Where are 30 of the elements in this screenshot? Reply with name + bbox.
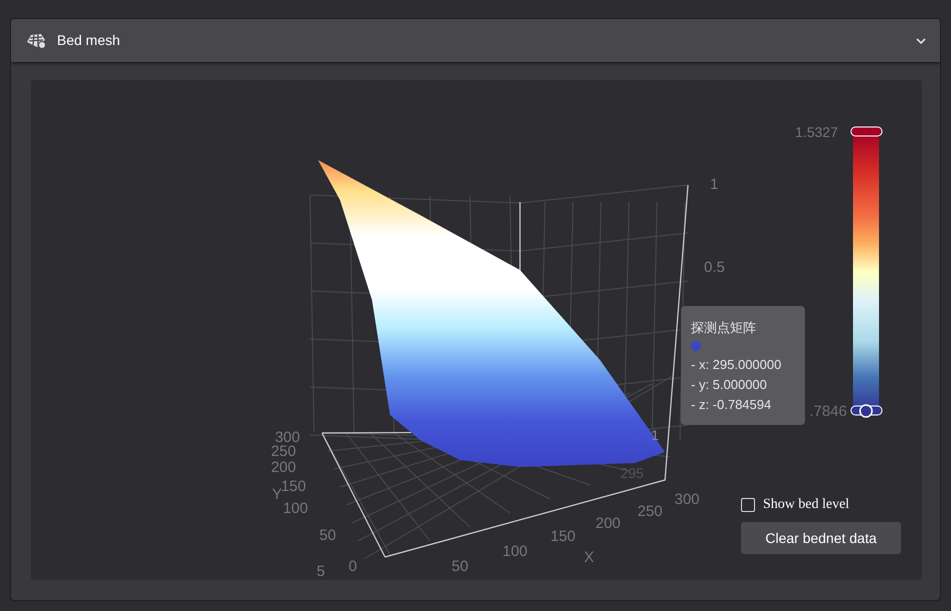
axis-tick-label: 1 bbox=[651, 427, 659, 443]
tooltip-title: 探测点矩阵 bbox=[691, 319, 757, 337]
scale-max-label: 1.5327 bbox=[795, 124, 838, 140]
checkbox-label[interactable]: Show bed level bbox=[763, 494, 850, 515]
axis-tick-label: 5 bbox=[316, 563, 325, 580]
axis-title: Y bbox=[272, 486, 282, 503]
axis-tick-label: 100 bbox=[502, 543, 528, 560]
axis-tick-label: 250 bbox=[270, 443, 296, 460]
axis-tick-label: 100 bbox=[282, 500, 308, 517]
clear-button[interactable]: Clear bednet data bbox=[741, 522, 901, 554]
tooltip-line: - x: 295.000000 bbox=[691, 356, 782, 374]
tooltip-line: - y: 5.000000 bbox=[691, 376, 768, 394]
panel-title: Bed mesh bbox=[57, 31, 120, 50]
axis-title: X bbox=[584, 549, 594, 566]
axis-tick-label: 300 bbox=[674, 491, 700, 508]
bed-mesh-icon bbox=[25, 32, 47, 50]
axis-tick-label: 200 bbox=[595, 515, 621, 532]
checkbox[interactable] bbox=[741, 498, 755, 512]
tooltip-line: - z: -0.784594 bbox=[691, 396, 772, 414]
axis-tick-label: 150 bbox=[280, 478, 306, 495]
axis-tick-label: 0.5 bbox=[704, 259, 725, 276]
axis-tick-label: 250 bbox=[637, 503, 663, 520]
axis-tick-label: 200 bbox=[270, 459, 296, 476]
axis-tick-label: 1 bbox=[710, 176, 718, 193]
axis-tick-label: 300 bbox=[274, 429, 300, 446]
scale-min-label: .7846 bbox=[809, 403, 847, 420]
axis-tick-label: 50 bbox=[319, 527, 336, 544]
axis-tick-label: 50 bbox=[452, 558, 468, 575]
axis-tick-label: 0 bbox=[348, 558, 357, 575]
axis-tick-label: 150 bbox=[550, 528, 576, 545]
